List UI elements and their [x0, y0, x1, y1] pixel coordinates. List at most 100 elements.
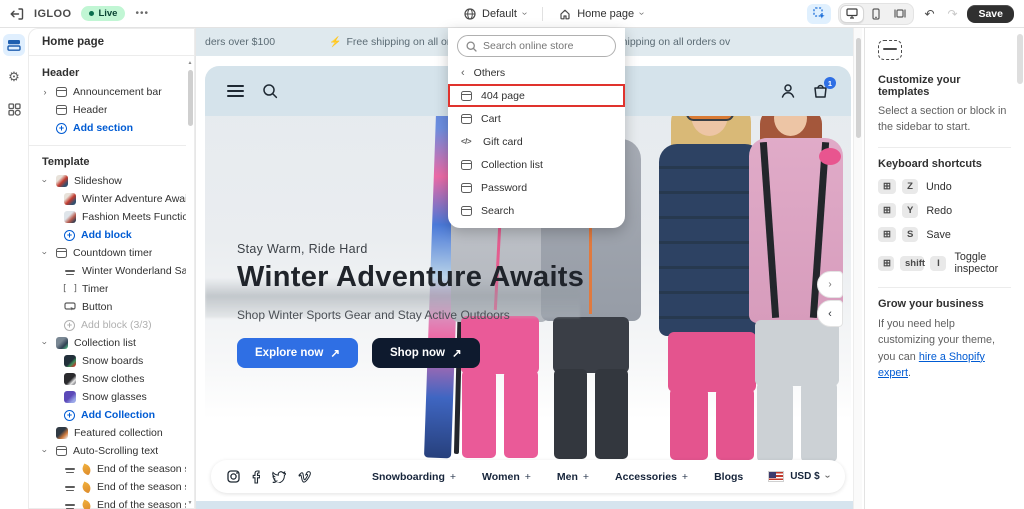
- sidebar-item-winter-wonderland-sale[interactable]: Winter Wonderland Sale: [28, 262, 186, 280]
- fullscreen-view-button[interactable]: [888, 5, 912, 23]
- cart-button[interactable]: 1: [812, 77, 836, 99]
- scroll-down-icon[interactable]: ▼: [186, 500, 194, 506]
- sidebar-item-announcement-bar[interactable]: › Announcement bar: [28, 83, 186, 101]
- dropdown-item-password[interactable]: Password: [448, 176, 625, 199]
- sidebar-item-button[interactable]: Button: [28, 298, 186, 316]
- sidebar-item-slide-1[interactable]: Winter Adventure Awaits: [28, 190, 186, 208]
- instagram-icon[interactable]: [227, 470, 240, 483]
- group-label-header: Header: [42, 67, 80, 79]
- sidebar-item-countdown-timer[interactable]: › Countdown timer: [28, 244, 186, 262]
- device-preview-segmented-control: [838, 2, 915, 25]
- account-icon[interactable]: [780, 83, 796, 99]
- mobile-icon: [872, 7, 881, 20]
- sidebar-item-scrolling-text-3[interactable]: End of the season sale: [28, 496, 186, 509]
- page-selector[interactable]: Home page ›: [553, 5, 649, 23]
- scrollbar-thumb[interactable]: [856, 38, 861, 138]
- save-button[interactable]: Save: [967, 4, 1014, 23]
- app-embeds-button[interactable]: [3, 98, 25, 120]
- sidebar-item-scrolling-text-2[interactable]: End of the season sale: [28, 478, 186, 496]
- group-label-template: Template: [42, 156, 90, 168]
- slideshow-prev-button[interactable]: ‹: [817, 300, 843, 327]
- theme-settings-button[interactable]: ⚙: [3, 66, 25, 88]
- sections-tab-button[interactable]: [3, 34, 25, 56]
- nav-item-men[interactable]: Men +: [557, 471, 589, 483]
- shop-now-button[interactable]: Shop now ↗: [372, 338, 480, 368]
- dropdown-item-collection-list[interactable]: Collection list: [448, 153, 625, 176]
- nav-item-accessories[interactable]: Accessories +: [615, 471, 688, 483]
- dropdown-item-404-page[interactable]: 404 page: [448, 84, 625, 107]
- search-icon[interactable]: [262, 83, 278, 99]
- section-placeholder-icon: [878, 40, 902, 60]
- sidebar-item-collection-list[interactable]: › Collection list: [28, 334, 186, 352]
- desktop-view-button[interactable]: [840, 4, 865, 23]
- image-thumbnail-icon: [56, 337, 68, 349]
- search-online-store-input[interactable]: [483, 40, 603, 52]
- hero-subheading: Shop Winter Sports Gear and Stay Active …: [237, 308, 510, 322]
- explore-now-button[interactable]: Explore now ↗: [237, 338, 359, 368]
- sidebar-item-header[interactable]: Header: [28, 101, 186, 119]
- sidebar-item-timer[interactable]: [ ] Timer: [28, 280, 186, 298]
- scrollbar-thumb[interactable]: [187, 70, 193, 126]
- slideshow-next-button[interactable]: ›: [817, 271, 843, 298]
- nav-item-blogs[interactable]: Blogs: [714, 471, 743, 483]
- undo-button[interactable]: ↶: [921, 7, 937, 21]
- chevron-down-icon[interactable]: ›: [40, 446, 50, 456]
- sidebar-item-featured-collection[interactable]: Featured collection: [28, 424, 186, 442]
- page-selector-dropdown: ‹ Others 404 page Cart </> Gift card Col…: [448, 28, 625, 228]
- inspector-toggle-button[interactable]: [807, 3, 832, 24]
- dropdown-item-cart[interactable]: Cart: [448, 107, 625, 130]
- chevron-down-icon[interactable]: ›: [40, 338, 50, 348]
- add-circle-icon: +: [64, 319, 75, 331]
- currency-selector[interactable]: USD $ ›: [768, 471, 833, 482]
- twitter-icon[interactable]: [272, 470, 286, 483]
- section-icon: [56, 105, 67, 115]
- scroll-up-icon[interactable]: ▲: [186, 60, 194, 66]
- win-key: ⊞: [878, 179, 896, 195]
- panel-scrollbar[interactable]: [1017, 34, 1023, 84]
- chevron-left-icon: ‹: [461, 66, 465, 79]
- more-menu-button[interactable]: •••: [135, 8, 149, 19]
- nav-item-women[interactable]: Women +: [482, 471, 531, 483]
- arrow-ne-icon: ↗: [451, 348, 462, 360]
- dropdown-item-gift-card[interactable]: </> Gift card: [448, 130, 625, 153]
- person-1-leg: [504, 370, 538, 458]
- add-section-button[interactable]: + Add section: [28, 119, 186, 137]
- chevron-down-icon[interactable]: ›: [40, 176, 50, 186]
- redo-button[interactable]: ↷: [944, 7, 960, 21]
- gear-icon: ⚙: [8, 69, 20, 84]
- win-key: ⊞: [878, 255, 894, 271]
- add-collection-button[interactable]: + Add Collection: [28, 406, 186, 424]
- preview-scrollbar[interactable]: [853, 28, 862, 509]
- text-icon: [64, 265, 76, 277]
- plus-icon: +: [681, 470, 689, 483]
- sidebar-item-snow-boards[interactable]: Snow boards: [28, 352, 186, 370]
- person-2-leg: [554, 369, 587, 459]
- menu-icon[interactable]: [227, 84, 244, 98]
- sections-sidebar: Home page Header › Announcement bar Head…: [28, 28, 196, 509]
- vimeo-icon[interactable]: [298, 470, 312, 483]
- dropdown-item-search[interactable]: Search: [448, 199, 625, 222]
- view-selector[interactable]: Default ›: [458, 5, 532, 23]
- sidebar-item-scrolling-text-1[interactable]: End of the season sale: [28, 460, 186, 478]
- add-block-button-slideshow[interactable]: + Add block: [28, 226, 186, 244]
- divider: [878, 287, 1011, 289]
- s-key: S: [901, 227, 919, 243]
- sidebar-item-slideshow[interactable]: › Slideshow: [28, 172, 186, 190]
- nav-item-snowboarding[interactable]: Snowboarding +: [372, 471, 456, 483]
- hero-headline: Winter Adventure Awaits: [237, 261, 585, 293]
- sidebar-item-snow-clothes[interactable]: Snow clothes: [28, 370, 186, 388]
- mobile-view-button[interactable]: [864, 5, 888, 23]
- sidebar-item-auto-scrolling-text[interactable]: › Auto-Scrolling text: [28, 442, 186, 460]
- facebook-icon[interactable]: [252, 469, 260, 484]
- chevron-down-icon: ›: [519, 11, 531, 16]
- us-flag-icon: [768, 471, 785, 482]
- exit-icon[interactable]: [10, 7, 24, 21]
- sidebar-scrollbar[interactable]: ▲ ▼: [186, 58, 194, 508]
- dropdown-search[interactable]: [457, 35, 616, 57]
- chevron-down-icon[interactable]: ›: [40, 248, 50, 258]
- sidebar-item-slide-2[interactable]: Fashion Meets Function: [28, 208, 186, 226]
- person-4-leg: [801, 382, 837, 462]
- dropdown-back-others[interactable]: ‹ Others: [448, 61, 625, 84]
- sidebar-item-snow-glasses[interactable]: Snow glasses: [28, 388, 186, 406]
- chevron-right-icon[interactable]: ›: [40, 87, 50, 97]
